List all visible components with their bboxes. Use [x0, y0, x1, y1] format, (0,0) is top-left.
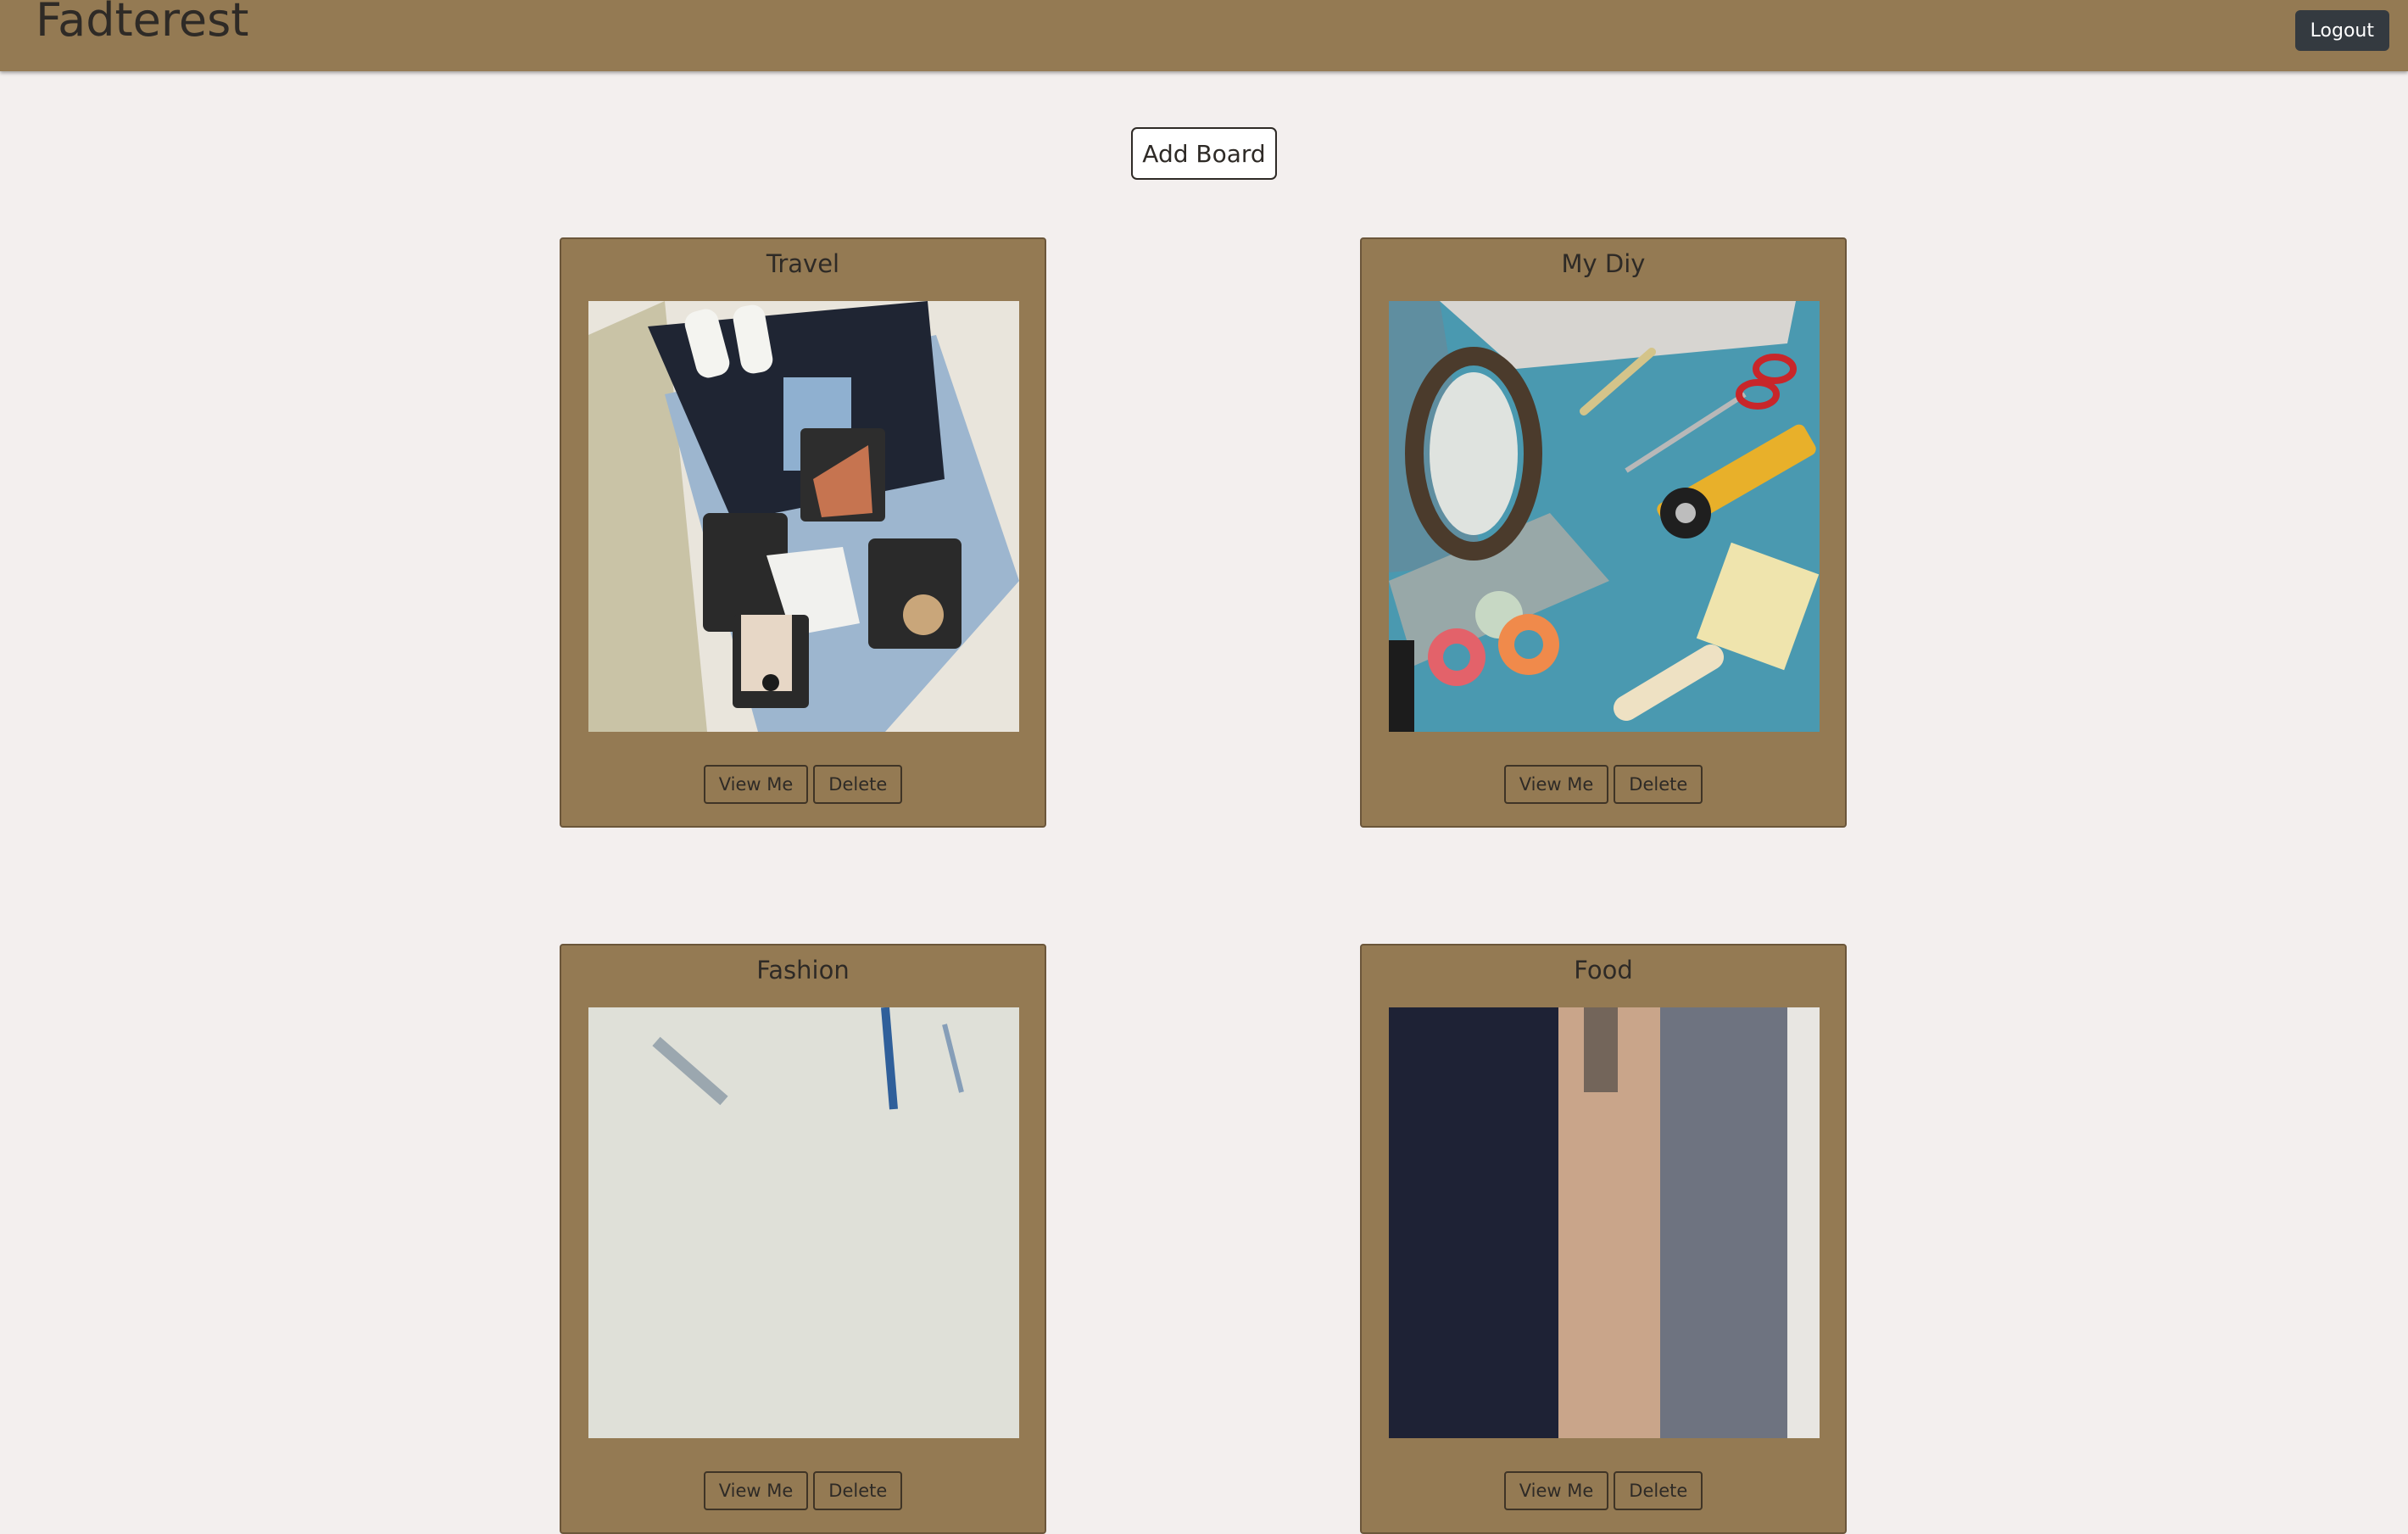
board-title: Food: [1574, 956, 1633, 985]
board-image: [1389, 1007, 1820, 1438]
view-board-button[interactable]: View Me: [703, 1471, 809, 1510]
delete-board-button[interactable]: Delete: [1614, 1471, 1703, 1510]
board-title: Travel: [766, 249, 840, 278]
board-image: [588, 1007, 1019, 1438]
add-board-button[interactable]: Add Board: [1131, 127, 1277, 180]
board-card-travel: Travel View Me Delete: [560, 237, 1046, 828]
view-board-button[interactable]: View Me: [1503, 765, 1609, 804]
view-board-button[interactable]: View Me: [703, 765, 809, 804]
board-card-fashion: Fashion View Me Delete: [560, 944, 1046, 1534]
navbar: Fadterest Logout: [0, 0, 2408, 71]
brand-logo[interactable]: Fadterest: [36, 0, 248, 48]
board-image: [1389, 301, 1820, 732]
logout-button[interactable]: Logout: [2294, 10, 2389, 51]
board-image: [588, 301, 1019, 732]
board-card-my-diy: My Diy View Me Delete: [1360, 237, 1847, 828]
delete-board-button[interactable]: Delete: [1614, 765, 1703, 804]
board-card-food: Food View Me Delete: [1360, 944, 1847, 1534]
view-board-button[interactable]: View Me: [1503, 1471, 1609, 1510]
delete-board-button[interactable]: Delete: [813, 1471, 903, 1510]
board-title: Fashion: [756, 956, 850, 985]
board-title: My Diy: [1561, 249, 1646, 278]
delete-board-button[interactable]: Delete: [813, 765, 903, 804]
